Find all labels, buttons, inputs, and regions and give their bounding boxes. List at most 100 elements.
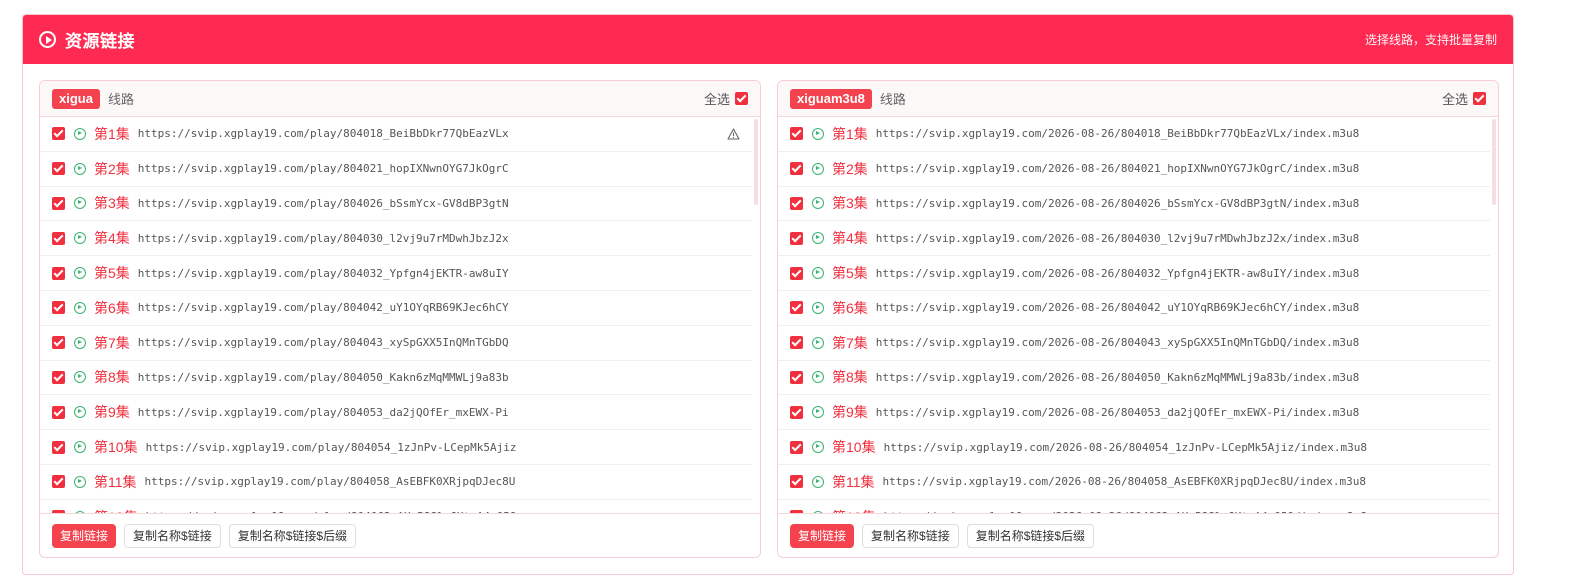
episode-checkbox[interactable]	[52, 231, 65, 245]
episode-url[interactable]: https://svip.xgplay19.com/2026-08-26/804…	[876, 301, 1359, 314]
episode-row[interactable]: 第4集 https://svip.xgplay19.com/play/804030…	[40, 221, 752, 257]
episode-row[interactable]: 第2集 https://svip.xgplay19.com/play/804021…	[40, 152, 752, 187]
copy-name-link-button[interactable]: 复制名称$链接	[862, 523, 959, 548]
scrollbar-thumb[interactable]	[754, 119, 758, 205]
episode-url[interactable]: https://svip.xgplay19.com/2026-08-26/804…	[884, 441, 1367, 454]
episode-row[interactable]: 第2集 https://svip.xgplay19.com/2026-08-26/…	[778, 152, 1490, 187]
episode-row[interactable]: 第3集 https://svip.xgplay19.com/2026-08-26/…	[778, 187, 1490, 222]
episode-url[interactable]: https://svip.xgplay19.com/play/804053_da…	[138, 406, 509, 419]
episode-url[interactable]: https://svip.xgplay19.com/2026-08-26/804…	[876, 267, 1359, 280]
episode-row[interactable]: 第9集 https://svip.xgplay19.com/play/804053…	[40, 395, 752, 431]
episode-checkbox[interactable]	[52, 301, 65, 315]
episode-label[interactable]: 第7集	[832, 333, 868, 353]
episode-url[interactable]: https://svip.xgplay19.com/2026-08-26/804…	[876, 127, 1359, 140]
episode-checkbox[interactable]	[52, 266, 65, 280]
episode-label[interactable]: 第10集	[832, 437, 876, 457]
episode-row[interactable]: 第10集 https://svip.xgplay19.com/2026-08-26…	[778, 430, 1490, 465]
copy-name-link-suffix-button[interactable]: 复制名称$链接$后缀	[228, 523, 357, 548]
episode-label[interactable]: 第5集	[832, 263, 868, 283]
episode-list[interactable]: 第1集 https://svip.xgplay19.com/play/804018…	[40, 117, 760, 513]
episode-label[interactable]: 第10集	[94, 437, 138, 457]
copy-link-button[interactable]: 复制链接	[52, 523, 117, 548]
episode-url[interactable]: https://svip.xgplay19.com/play/804054_1z…	[146, 441, 517, 454]
copy-link-button[interactable]: 复制链接	[790, 523, 855, 548]
select-all-checkbox[interactable]	[735, 92, 748, 105]
episode-label[interactable]: 第6集	[832, 298, 868, 318]
episode-url[interactable]: https://svip.xgplay19.com/2026-08-26/804…	[876, 336, 1359, 349]
episode-row[interactable]: 第9集 https://svip.xgplay19.com/2026-08-26/…	[778, 395, 1490, 431]
episode-row[interactable]: 第12集https://svip.xgplay19.com/play/80406…	[40, 500, 752, 513]
episode-row[interactable]: 第6集 https://svip.xgplay19.com/2026-08-26/…	[778, 291, 1490, 326]
episode-checkbox[interactable]	[52, 405, 65, 419]
episode-url[interactable]: https://svip.xgplay19.com/play/804058_As…	[145, 475, 516, 488]
episode-url[interactable]: https://svip.xgplay19.com/play/804021_ho…	[138, 162, 509, 175]
episode-label[interactable]: 第11集	[832, 472, 875, 492]
select-all[interactable]: 全选	[1442, 89, 1486, 108]
episode-url[interactable]: https://svip.xgplay19.com/2026-08-26/804…	[876, 406, 1359, 419]
episode-row[interactable]: 第8集 https://svip.xgplay19.com/2026-08-26/…	[778, 361, 1490, 396]
select-all-checkbox[interactable]	[1473, 92, 1486, 105]
episode-row[interactable]: 第6集 https://svip.xgplay19.com/play/804042…	[40, 291, 752, 326]
episode-label[interactable]: 第9集	[94, 402, 130, 422]
episode-checkbox[interactable]	[790, 196, 803, 210]
episode-label[interactable]: 第2集	[832, 159, 868, 179]
episode-url[interactable]: https://svip.xgplay19.com/play/804050_Ka…	[138, 371, 509, 384]
episode-label[interactable]: 第5集	[94, 263, 130, 283]
episode-row[interactable]: 第12集https://svip.xgplay19.com/2026-08-26…	[778, 500, 1490, 513]
episode-label[interactable]: 第11集	[94, 472, 137, 492]
episode-row[interactable]: 第1集 https://svip.xgplay19.com/2026-08-26/…	[778, 117, 1490, 152]
episode-url[interactable]: https://svip.xgplay19.com/play/804030_l2…	[138, 232, 509, 245]
episode-label[interactable]: 第3集	[94, 193, 130, 213]
episode-label[interactable]: 第3集	[832, 193, 868, 213]
episode-checkbox[interactable]	[52, 370, 65, 384]
episode-url[interactable]: https://svip.xgplay19.com/2026-08-26/804…	[876, 232, 1359, 245]
select-all[interactable]: 全选	[704, 89, 748, 108]
episode-row[interactable]: 第11集 https://svip.xgplay19.com/play/80405…	[40, 465, 752, 500]
episode-label[interactable]: 第2集	[94, 159, 130, 179]
episode-checkbox[interactable]	[52, 162, 65, 176]
scrollbar-thumb[interactable]	[1492, 119, 1496, 205]
episode-checkbox[interactable]	[790, 127, 803, 141]
episode-label[interactable]: 第8集	[832, 367, 868, 387]
episode-label[interactable]: 第7集	[94, 333, 130, 353]
episode-row[interactable]: 第7集 https://svip.xgplay19.com/play/804043…	[40, 326, 752, 361]
episode-label[interactable]: 第6集	[94, 298, 130, 318]
episode-checkbox[interactable]	[790, 266, 803, 280]
episode-url[interactable]: https://svip.xgplay19.com/2026-08-26/804…	[876, 371, 1359, 384]
episode-checkbox[interactable]	[52, 475, 65, 489]
episode-row[interactable]: 第1集 https://svip.xgplay19.com/play/804018…	[40, 117, 752, 152]
episode-label[interactable]: 第4集	[832, 228, 868, 248]
episode-checkbox[interactable]	[52, 127, 65, 141]
episode-url[interactable]: https://svip.xgplay19.com/play/804043_xy…	[138, 336, 509, 349]
episode-url[interactable]: https://svip.xgplay19.com/2026-08-26/804…	[876, 197, 1359, 210]
episode-url[interactable]: https://svip.xgplay19.com/2026-08-26/804…	[883, 475, 1366, 488]
episode-row[interactable]: 第7集 https://svip.xgplay19.com/2026-08-26/…	[778, 326, 1490, 361]
episode-url[interactable]: https://svip.xgplay19.com/2026-08-26/804…	[876, 162, 1359, 175]
episode-label[interactable]: 第4集	[94, 228, 130, 248]
episode-list[interactable]: 第1集 https://svip.xgplay19.com/2026-08-26/…	[778, 117, 1498, 513]
episode-checkbox[interactable]	[790, 301, 803, 315]
episode-url[interactable]: https://svip.xgplay19.com/play/804042_uY…	[138, 301, 509, 314]
episode-checkbox[interactable]	[52, 336, 65, 350]
episode-checkbox[interactable]	[790, 440, 803, 454]
episode-checkbox[interactable]	[790, 370, 803, 384]
episode-row[interactable]: 第5集 https://svip.xgplay19.com/play/804032…	[40, 256, 752, 291]
episode-row[interactable]: 第10集 https://svip.xgplay19.com/play/80405…	[40, 430, 752, 465]
episode-label[interactable]: 第9集	[832, 402, 868, 422]
episode-checkbox[interactable]	[52, 196, 65, 210]
episode-row[interactable]: 第4集 https://svip.xgplay19.com/2026-08-26/…	[778, 221, 1490, 257]
episode-url[interactable]: https://svip.xgplay19.com/play/804026_bS…	[138, 197, 509, 210]
episode-checkbox[interactable]	[52, 440, 65, 454]
copy-name-link-suffix-button[interactable]: 复制名称$链接$后缀	[966, 523, 1095, 548]
episode-checkbox[interactable]	[790, 405, 803, 419]
episode-label[interactable]: 第8集	[94, 367, 130, 387]
copy-name-link-button[interactable]: 复制名称$链接	[124, 523, 221, 548]
episode-row[interactable]: 第5集 https://svip.xgplay19.com/2026-08-26/…	[778, 256, 1490, 291]
episode-checkbox[interactable]	[790, 231, 803, 245]
episode-url[interactable]: https://svip.xgplay19.com/play/804032_Yp…	[138, 267, 509, 280]
episode-checkbox[interactable]	[790, 162, 803, 176]
episode-row[interactable]: 第11集 https://svip.xgplay19.com/2026-08-26…	[778, 465, 1490, 500]
episode-url[interactable]: https://svip.xgplay19.com/play/804018_Be…	[138, 127, 509, 140]
episode-row[interactable]: 第3集 https://svip.xgplay19.com/play/804026…	[40, 187, 752, 222]
episode-row[interactable]: 第8集 https://svip.xgplay19.com/play/804050…	[40, 361, 752, 396]
